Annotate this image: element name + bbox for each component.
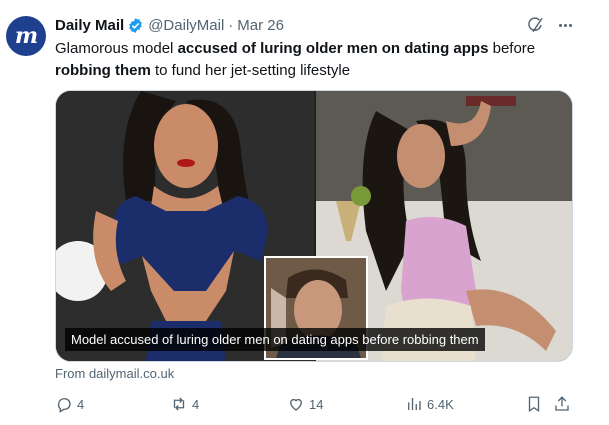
like-button[interactable]: 14 [287,395,323,413]
like-count: 14 [309,396,324,412]
tweet-date[interactable]: Mar 26 [237,17,284,34]
tweet-text: Glamorous model accused of luring older … [55,38,575,82]
repost-icon [173,397,185,411]
share-icon [555,396,569,411]
views-count: 6.4K [427,396,454,412]
tweet-text-part3: to fund her jet-setting lifestyle [150,62,351,79]
tweet-text-bold1: accused of luring older men on dating ap… [177,40,489,57]
account-name[interactable]: Daily Mail [55,17,124,34]
avatar[interactable]: m [6,16,46,56]
reply-button[interactable]: 4 [55,395,84,413]
media-caption: Model accused of luring older men on dat… [65,328,485,351]
verified-badge-icon [129,17,142,33]
tweet-card[interactable]: m Daily Mail @DailyMail · Mar 26 Glamoro… [0,0,609,425]
reply-count: 4 [77,396,85,412]
grok-icon[interactable] [527,16,545,34]
link-source[interactable]: From dailymail.co.uk [55,366,174,381]
like-icon [290,398,302,411]
repost-button[interactable]: 4 [170,395,199,413]
tweet-actions: 4 4 14 6.4K [55,395,575,415]
views-icon [408,398,421,410]
tweet-header: Daily Mail @DailyMail · Mar 26 [55,15,284,35]
share-button[interactable] [553,395,571,413]
bookmark-button[interactable] [525,395,543,413]
tweet-text-bold2: robbing them [55,62,151,79]
views-button[interactable]: 6.4K [405,395,454,413]
account-handle[interactable]: @DailyMail [148,17,224,34]
separator-dot: · [228,16,234,34]
media-card[interactable] [55,90,573,362]
tweet-text-part2: before [488,40,536,57]
bookmark-icon [528,396,540,413]
avatar-letter: m [14,23,38,49]
repost-count: 4 [192,396,200,412]
tweet-text-part1: Glamorous model [55,40,178,57]
reply-icon [57,398,71,413]
more-icon[interactable] [555,16,575,34]
